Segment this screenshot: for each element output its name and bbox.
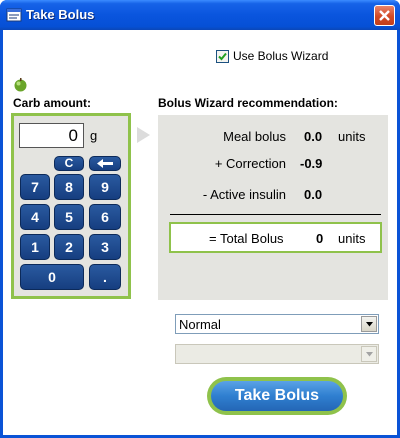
key-6[interactable]: 6 <box>89 204 121 230</box>
total-bolus-box: = Total Bolus 0 units <box>169 222 382 253</box>
window-icon <box>6 8 22 22</box>
backspace-key[interactable] <box>89 156 121 171</box>
total-divider <box>170 214 381 215</box>
meal-bolus-value: 0.0 <box>304 129 323 144</box>
key-1[interactable]: 1 <box>20 234 50 260</box>
meal-bolus-unit: units <box>338 129 366 144</box>
decimal-key[interactable]: . <box>89 264 121 290</box>
close-button[interactable] <box>374 5 395 26</box>
recommendation-heading: Bolus Wizard recommendation: <box>158 96 338 110</box>
title-bar: Take Bolus <box>0 0 400 30</box>
bolus-type-select[interactable]: Normal <box>175 314 379 334</box>
close-icon <box>379 10 390 21</box>
carb-amount-field[interactable]: 0 <box>19 123 84 148</box>
checkmark-icon <box>218 52 227 60</box>
secondary-dropdown-button <box>361 346 377 362</box>
key-9[interactable]: 9 <box>89 174 121 200</box>
use-bolus-wizard-checkbox[interactable] <box>216 49 229 63</box>
correction-label: + Correction <box>214 156 286 171</box>
key-4[interactable]: 4 <box>20 204 50 230</box>
correction-value: -0.9 <box>300 156 323 171</box>
total-bolus-label: = Total Bolus <box>209 231 284 246</box>
use-bolus-wizard-label: Use Bolus Wizard <box>233 49 329 63</box>
bolus-type-dropdown-button[interactable] <box>361 316 377 332</box>
key-0[interactable]: 0 <box>20 264 84 290</box>
active-insulin-value: 0.0 <box>304 187 323 202</box>
use-bolus-wizard-row[interactable]: Use Bolus Wizard <box>216 49 328 63</box>
key-5[interactable]: 5 <box>54 204 84 230</box>
total-bolus-value: 0 <box>316 231 324 246</box>
carb-keypad-panel: 0 g C 7 8 9 4 5 6 1 2 3 0 . <box>11 113 131 299</box>
secondary-select <box>175 344 379 364</box>
take-bolus-button-frame[interactable]: Take Bolus <box>207 377 347 415</box>
bolus-type-value: Normal <box>179 317 221 332</box>
key-2[interactable]: 2 <box>54 234 84 260</box>
window-title: Take Bolus <box>26 7 95 22</box>
clear-key[interactable]: C <box>54 156 84 171</box>
meal-bolus-label: Meal bolus <box>223 129 286 144</box>
backspace-arrow-icon <box>97 159 113 168</box>
active-insulin-label: - Active insulin <box>202 187 286 202</box>
take-bolus-button[interactable]: Take Bolus <box>211 381 343 411</box>
chevron-down-icon <box>366 322 373 327</box>
apple-icon <box>14 78 27 92</box>
key-7[interactable]: 7 <box>20 174 50 200</box>
total-bolus-unit: units <box>338 231 366 246</box>
key-8[interactable]: 8 <box>54 174 84 200</box>
pointer-arrow-icon <box>137 127 150 143</box>
carb-amount-heading: Carb amount: <box>13 96 91 110</box>
key-3[interactable]: 3 <box>89 234 121 260</box>
carb-unit-label: g <box>90 128 98 143</box>
chevron-down-icon <box>366 352 373 357</box>
recommendation-panel: Meal bolus 0.0 units + Correction -0.9 -… <box>158 115 388 300</box>
